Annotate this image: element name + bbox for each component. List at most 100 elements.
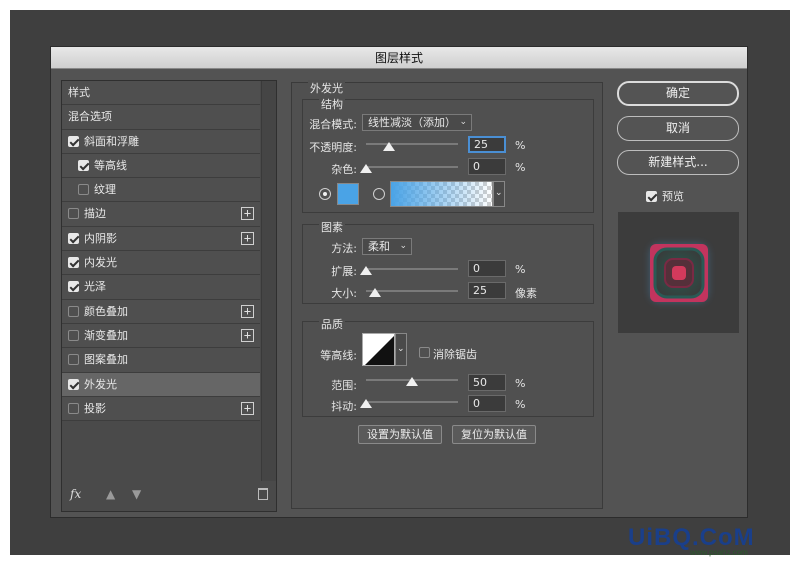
style-item-checkbox[interactable] [68, 378, 79, 390]
style-item[interactable]: 斜面和浮雕 [62, 129, 260, 154]
contour-dropdown[interactable]: ⌄ [395, 333, 407, 366]
opacity-label: 不透明度: [309, 141, 357, 154]
fx-button[interactable]: fx [70, 487, 81, 501]
elements-group: 图素 方法: 柔和 ⌄ 扩展: 0 % 大小: 25 像素 [302, 219, 594, 304]
add-effect-icon[interactable]: + [241, 231, 254, 245]
size-slider-thumb[interactable] [369, 288, 382, 297]
styles-list-panel: 样式混合选项斜面和浮雕等高线纹理描边 + 内阴影 + 内发光 光泽颜色叠加 + 渐变叠加 + 图案… [61, 80, 277, 512]
dialog-title: 图层样式 [51, 47, 747, 69]
gradient-radio[interactable] [373, 188, 385, 200]
style-item[interactable]: 纹理 [62, 178, 260, 203]
style-item-label: 样式 [68, 86, 90, 99]
style-item-checkbox[interactable] [68, 135, 79, 147]
noise-slider-track[interactable] [366, 166, 458, 168]
solid-color-radio[interactable] [319, 188, 331, 200]
spread-slider-thumb[interactable] [360, 266, 372, 275]
opacity-input[interactable]: 25 [468, 136, 506, 153]
style-item-checkbox[interactable] [68, 329, 79, 341]
anti-alias-checkbox[interactable] [419, 347, 430, 358]
style-item-checkbox[interactable] [68, 354, 79, 366]
add-effect-icon[interactable]: + [241, 207, 254, 221]
style-item-label: 混合选项 [68, 110, 112, 124]
opacity-slider-thumb[interactable] [383, 142, 395, 151]
style-item-checkbox[interactable] [78, 159, 89, 171]
contour-preview[interactable] [362, 333, 395, 366]
styles-list-scrollbar[interactable] [261, 81, 276, 481]
reset-default-button[interactable]: 复位为默认值 [452, 425, 536, 444]
style-item[interactable]: 颜色叠加 + [62, 299, 260, 324]
style-item[interactable]: 渐变叠加 + [62, 323, 260, 349]
range-slider-thumb[interactable] [406, 377, 418, 386]
jitter-slider-thumb[interactable] [360, 399, 372, 408]
trash-icon[interactable] [258, 488, 268, 500]
style-item-label: 颜色叠加 [84, 304, 128, 318]
style-item-checkbox[interactable] [68, 208, 79, 220]
preview-checkbox[interactable] [646, 191, 657, 202]
quality-title: 品质 [319, 316, 345, 332]
noise-label: 杂色: [331, 163, 357, 176]
spread-label: 扩展: [331, 265, 357, 278]
style-item-label: 内阴影 [84, 231, 117, 245]
style-item[interactable]: 内阴影 + [62, 226, 260, 252]
size-input[interactable]: 25 [468, 282, 506, 299]
style-item[interactable]: 光泽 [62, 275, 260, 300]
blend-mode-select[interactable]: 线性减淡（添加） ⌄ [362, 114, 472, 131]
style-item[interactable]: 内发光 [62, 251, 260, 276]
opacity-slider-track[interactable] [366, 143, 458, 145]
styles-list: 样式混合选项斜面和浮雕等高线纹理描边 + 内阴影 + 内发光 光泽颜色叠加 + 渐变叠加 + 图案… [62, 81, 276, 422]
anti-alias-label: 消除锯齿 [433, 348, 477, 361]
style-item-label: 外发光 [84, 377, 117, 391]
style-item-checkbox[interactable] [68, 281, 79, 293]
style-item[interactable]: 混合选项 [62, 105, 260, 130]
technique-label: 方法: [331, 242, 357, 255]
add-effect-icon[interactable]: + [241, 401, 254, 415]
style-item-checkbox[interactable] [68, 232, 79, 244]
style-item-checkbox[interactable] [68, 402, 79, 414]
style-item-label: 纹理 [94, 183, 116, 197]
quality-group: 品质 等高线: ⌄ 消除锯齿 范围: 50 % 抖动: 0 % [302, 316, 594, 417]
style-item-label: 渐变叠加 [84, 328, 128, 342]
noise-input[interactable]: 0 [468, 158, 506, 175]
technique-value: 柔和 [368, 240, 390, 253]
spread-slider-track[interactable] [366, 268, 458, 270]
preview-toggle[interactable]: 预览 [646, 188, 684, 204]
glow-color-swatch[interactable] [337, 183, 359, 205]
style-item[interactable]: 描边 + [62, 202, 260, 227]
style-item[interactable]: 图案叠加 [62, 348, 260, 373]
new-style-button[interactable]: 新建样式... [617, 150, 739, 175]
technique-select[interactable]: 柔和 ⌄ [362, 238, 412, 255]
style-item[interactable]: 等高线 [62, 153, 260, 179]
glow-gradient-preview[interactable] [390, 181, 493, 207]
arrow-down-icon[interactable]: ▼ [132, 487, 141, 501]
gradient-dropdown[interactable]: ⌄ [493, 181, 505, 207]
style-item-checkbox[interactable] [68, 257, 79, 269]
add-effect-icon[interactable]: + [241, 304, 254, 318]
style-item-checkbox[interactable] [78, 184, 89, 196]
arrow-up-icon[interactable]: ▲ [106, 487, 115, 501]
cancel-button[interactable]: 取消 [617, 116, 739, 141]
styles-list-footer: fx ▲ ▼ [62, 481, 276, 511]
jitter-input[interactable]: 0 [468, 395, 506, 412]
style-item[interactable]: 外发光 [62, 372, 260, 397]
watermark-url: www.psahz.com [690, 548, 748, 557]
jitter-unit: % [515, 398, 526, 411]
jitter-slider-track[interactable] [366, 401, 458, 403]
make-default-button[interactable]: 设置为默认值 [358, 425, 442, 444]
preview-label: 预览 [662, 190, 684, 203]
style-preview-thumbnail [618, 212, 739, 333]
layer-style-dialog: 图层样式 样式 混合选项 斜面和浮雕 等高线 纹理 描边 + 内阴影 + 内发光 光泽 颜色叠加 + 渐变… [50, 46, 748, 518]
add-effect-icon[interactable]: + [241, 328, 254, 342]
style-item-label: 投影 [84, 401, 106, 415]
noise-slider-thumb[interactable] [360, 164, 372, 173]
range-input[interactable]: 50 [468, 374, 506, 391]
ok-button[interactable]: 确定 [617, 81, 739, 106]
size-label: 大小: [331, 287, 357, 300]
style-item[interactable]: 投影 + [62, 396, 260, 422]
chevron-down-icon: ⌄ [399, 241, 407, 251]
contour-curve-icon [365, 336, 394, 365]
style-item-label: 斜面和浮雕 [84, 134, 139, 148]
spread-input[interactable]: 0 [468, 260, 506, 277]
style-item[interactable]: 样式 [62, 81, 260, 106]
style-item-checkbox[interactable] [68, 305, 79, 317]
outer-glow-title: 外发光 [308, 80, 345, 96]
